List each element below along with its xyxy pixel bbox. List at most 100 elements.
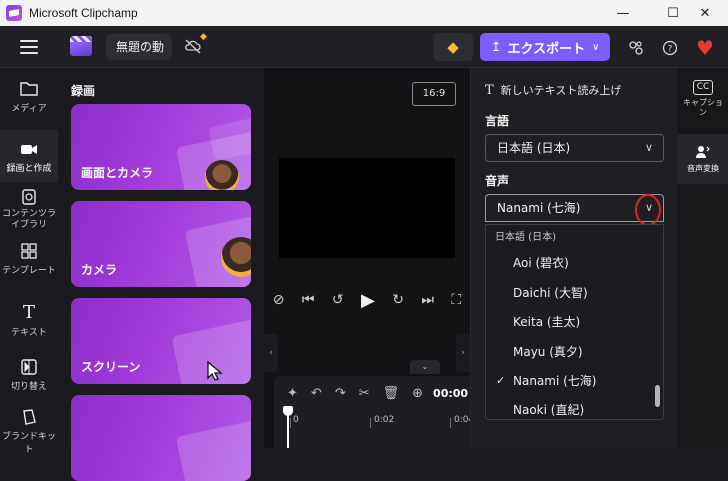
- text-icon: T: [22, 302, 35, 323]
- camera-off-icon[interactable]: ⊘: [273, 292, 285, 308]
- rail-item-media[interactable]: メディア: [0, 80, 58, 114]
- premium-button[interactable]: ◆: [433, 33, 473, 61]
- collapse-right-button[interactable]: ›: [456, 334, 470, 372]
- preview-area: 16:9 ⊘ ⏮ ↺ ▶ ↻ ⏭ ⛶ ‹ › ⌄ ✦ ↶ ↷ ✂ 🗑 ⊕ 00:…: [264, 68, 474, 448]
- window-titlebar: Microsoft Clipchamp — ☐ ✕: [0, 0, 728, 26]
- share-icon[interactable]: [626, 38, 646, 58]
- voice-value: Nanami (七海): [497, 201, 581, 215]
- redo-icon[interactable]: ↷: [335, 386, 346, 401]
- rail-item-captions[interactable]: CC キャプション: [678, 78, 728, 118]
- person-avatar: [205, 160, 239, 190]
- dropdown-scrollbar[interactable]: [655, 385, 660, 407]
- brand-kit-icon: [23, 409, 36, 425]
- card-label: スクリーン: [81, 360, 141, 374]
- undo-icon[interactable]: ↶: [311, 386, 322, 401]
- clipchamp-logo-icon: [6, 5, 22, 21]
- voice-option[interactable]: Aoi (碧衣): [486, 249, 654, 277]
- card-more[interactable]: [71, 395, 251, 481]
- fullscreen-icon[interactable]: ⛶: [451, 292, 461, 308]
- magic-icon[interactable]: ✦: [287, 386, 298, 401]
- chevron-down-icon: ∨: [592, 41, 600, 53]
- rail-item-templates[interactable]: テンプレート: [0, 242, 58, 276]
- checkmark-icon: ✓: [496, 374, 506, 387]
- video-canvas[interactable]: [279, 158, 455, 258]
- card-label: カメラ: [81, 263, 118, 277]
- timeline-ruler[interactable]: 0 0:02 0:04: [274, 406, 474, 448]
- player-controls: ⊘ ⏮ ↺ ▶ ↻ ⏭ ⛶: [264, 286, 470, 314]
- folder-icon: [20, 82, 38, 96]
- delete-icon[interactable]: 🗑: [383, 386, 400, 401]
- voice-option[interactable]: Mayu (真夕): [486, 338, 654, 366]
- card-screen-and-camera[interactable]: 画面とカメラ: [71, 104, 251, 190]
- project-name-field[interactable]: 無題の動: [106, 34, 172, 60]
- language-label: 言語: [485, 114, 510, 128]
- rail-item-voice-change[interactable]: 音声変換: [678, 134, 728, 184]
- card-camera[interactable]: カメラ: [71, 201, 251, 287]
- forward-5-icon[interactable]: ↻: [392, 292, 404, 308]
- card-screen[interactable]: スクリーン: [71, 298, 251, 384]
- card-decoration: [208, 117, 251, 161]
- aspect-ratio-button[interactable]: 16:9: [412, 82, 456, 106]
- rail-item-record[interactable]: 録画と作成: [0, 130, 58, 182]
- svg-text:?: ?: [668, 45, 673, 55]
- diamond-icon: ◆: [447, 38, 459, 56]
- ruler-label: 0:02: [374, 415, 395, 425]
- voice-option[interactable]: Keita (圭太): [486, 308, 654, 336]
- language-select[interactable]: 日本語 (日本) ∨: [485, 134, 664, 162]
- language-value: 日本語 (日本): [497, 141, 571, 155]
- card-label: 画面とカメラ: [81, 166, 154, 180]
- text-icon: T: [485, 83, 494, 98]
- rail-item-content-library[interactable]: コンテンツライブラリ: [0, 188, 58, 231]
- transitions-icon: [21, 359, 37, 375]
- minimize-button[interactable]: —: [600, 0, 646, 26]
- dropdown-group-label: 日本語 (日本): [495, 232, 556, 243]
- project-thumbnail-icon: [70, 36, 92, 56]
- ruler-tick: [290, 418, 291, 428]
- add-clip-icon[interactable]: ⊕: [412, 386, 423, 401]
- timecode: 00:00: [433, 386, 469, 400]
- export-label: エクスポート: [507, 41, 586, 57]
- upload-icon: ↥: [490, 39, 502, 55]
- library-icon: [22, 189, 36, 205]
- cut-icon[interactable]: ✂: [359, 386, 370, 401]
- rail-item-transitions[interactable]: 切り替え: [0, 358, 58, 392]
- skip-forward-icon[interactable]: ⏭: [421, 292, 434, 308]
- captions-icon: CC: [678, 78, 728, 95]
- chevron-down-icon: ∨: [644, 141, 653, 154]
- close-button[interactable]: ✕: [682, 0, 728, 26]
- annotation-circle: [635, 194, 661, 226]
- rail-item-text[interactable]: T テキスト: [0, 302, 58, 339]
- skip-back-icon[interactable]: ⏮: [302, 292, 315, 308]
- help-icon[interactable]: ?: [660, 38, 680, 58]
- voice-change-icon: [696, 146, 710, 158]
- window-title: Microsoft Clipchamp: [29, 6, 138, 20]
- heart-icon[interactable]: ♥: [696, 36, 714, 60]
- text-to-speech-panel: T 新しいテキスト読み上げ 言語 日本語 (日本) ∨ 音声 Nanami (七海…: [470, 68, 678, 448]
- timeline-toggle-button[interactable]: ⌄: [410, 360, 440, 374]
- timeline-toolbar: ✦ ↶ ↷ ✂ 🗑 ⊕ 00:00: [274, 376, 470, 410]
- card-decoration: [175, 418, 251, 481]
- right-rail: CC キャプション 音声変換: [678, 68, 728, 448]
- voice-dropdown-list: 日本語 (日本) Aoi (碧衣) Daichi (大智) Keita (圭太)…: [485, 224, 664, 420]
- app-header: 無題の動 ◆ ◆ ↥ エクスポート ∨ ? ♥: [0, 26, 728, 68]
- panel-heading: 録画: [71, 84, 96, 98]
- voice-option-selected[interactable]: ✓ Nanami (七海): [486, 367, 654, 395]
- playhead[interactable]: [283, 406, 293, 448]
- premium-gem-icon: ◆: [200, 32, 207, 42]
- ruler-tick: [370, 418, 371, 428]
- record-panel: 録画 画面とカメラ カメラ スクリーン: [58, 68, 264, 481]
- play-icon[interactable]: ▶: [361, 290, 375, 311]
- ruler-label: 0: [293, 415, 299, 425]
- left-rail: メディア 録画と作成 コンテンツライブラリ テンプレート T テキスト 切り替え…: [0, 68, 58, 455]
- voice-label: 音声: [485, 174, 510, 188]
- export-button[interactable]: ↥ エクスポート ∨: [480, 33, 610, 61]
- voice-option[interactable]: Naoki (直紀): [486, 396, 654, 419]
- voice-option[interactable]: Daichi (大智): [486, 279, 654, 307]
- collapse-left-button[interactable]: ‹: [264, 334, 278, 372]
- camera-icon: [21, 145, 37, 154]
- ruler-tick: [450, 418, 451, 428]
- mouse-cursor-icon: [207, 360, 223, 381]
- menu-icon[interactable]: [20, 40, 38, 54]
- rewind-5-icon[interactable]: ↺: [332, 292, 344, 308]
- templates-icon: [21, 243, 37, 259]
